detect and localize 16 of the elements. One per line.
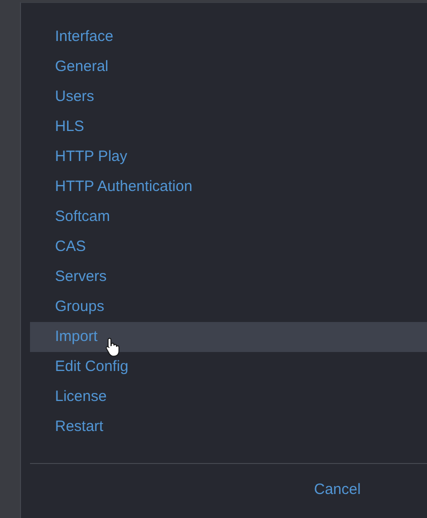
menu-item[interactable]: Interface	[30, 22, 427, 52]
menu-item[interactable]: HLS	[30, 112, 427, 142]
menu-item[interactable]: Edit Config	[30, 352, 427, 382]
menu-item[interactable]: CAS	[30, 232, 427, 262]
menu-item[interactable]: HTTP Authentication	[30, 172, 427, 202]
menu-item[interactable]: Groups	[30, 292, 427, 322]
menu-item[interactable]: Servers	[30, 262, 427, 292]
menu-item[interactable]: Users	[30, 82, 427, 112]
menu-item[interactable]: HTTP Play	[30, 142, 427, 172]
cancel-button[interactable]: Cancel	[304, 476, 371, 502]
menu-item[interactable]: Softcam	[30, 202, 427, 232]
menu-item[interactable]: General	[30, 52, 427, 82]
menu-item[interactable]: Import	[30, 322, 427, 352]
hand-cursor-icon	[105, 337, 121, 357]
menu-item[interactable]: Restart	[30, 412, 427, 442]
menu-item[interactable]: License	[30, 382, 427, 412]
